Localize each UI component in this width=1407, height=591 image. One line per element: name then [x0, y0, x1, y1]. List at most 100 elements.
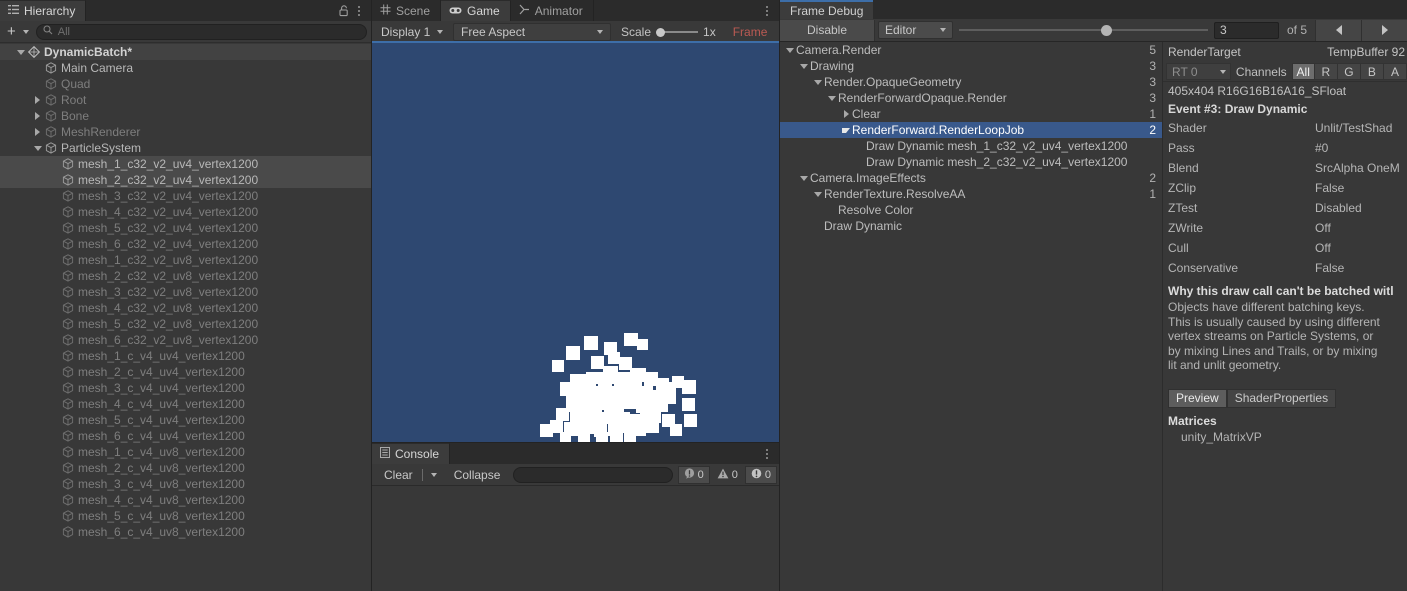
hierarchy-item[interactable]: Bone [0, 108, 371, 124]
game-render-canvas[interactable] [372, 43, 779, 442]
hierarchy-item[interactable]: mesh_2_c32_v2_uv8_vertex1200 [0, 268, 371, 284]
frame-event-row[interactable]: Draw Dynamic [780, 218, 1162, 234]
aspect-dropdown[interactable]: Free Aspect [453, 22, 611, 41]
hierarchy-item[interactable]: mesh_2_c_v4_uv4_vertex1200 [0, 364, 371, 380]
display-dropdown[interactable]: Display 1 [373, 23, 451, 41]
twisty-collapsed-icon[interactable] [31, 112, 44, 120]
twisty-expanded-icon[interactable] [798, 175, 810, 181]
hierarchy-item[interactable]: mesh_5_c32_v2_uv4_vertex1200 [0, 220, 371, 236]
twisty-expanded-icon[interactable] [812, 79, 824, 85]
hierarchy-item[interactable]: mesh_4_c_v4_uv8_vertex1200 [0, 492, 371, 508]
hierarchy-item[interactable]: mesh_6_c_v4_uv8_vertex1200 [0, 524, 371, 540]
twisty-collapsed-icon[interactable] [31, 128, 44, 136]
shader-properties-tab[interactable]: ShaderProperties [1226, 388, 1337, 408]
frame-event-row[interactable]: Camera.Render 5 [780, 42, 1162, 58]
tab-scene[interactable]: Scene [372, 0, 442, 21]
twisty-expanded-icon[interactable] [826, 95, 838, 101]
hierarchy-item[interactable]: mesh_6_c32_v2_uv4_vertex1200 [0, 236, 371, 252]
hierarchy-item[interactable]: mesh_5_c_v4_uv8_vertex1200 [0, 508, 371, 524]
frame-event-row[interactable]: Resolve Color [780, 202, 1162, 218]
frame-event-row[interactable]: RenderForward.RenderLoopJob 2 [780, 122, 1162, 138]
tab-console[interactable]: Console [372, 443, 451, 464]
frame-event-row[interactable]: RenderTexture.ResolveAA 1 [780, 186, 1162, 202]
hierarchy-item[interactable]: mesh_1_c32_v2_uv8_vertex1200 [0, 252, 371, 268]
scale-slider[interactable]: Scale 1x [621, 25, 716, 39]
twisty-expanded-icon[interactable] [798, 63, 810, 69]
channel-button-r[interactable]: R [1314, 63, 1338, 80]
editor-dropdown[interactable]: Editor [878, 21, 953, 39]
frame-event-row[interactable]: RenderForwardOpaque.Render 3 [780, 90, 1162, 106]
hierarchy-item[interactable]: Main Camera [0, 60, 371, 76]
frame-event-row[interactable]: Drawing 3 [780, 58, 1162, 74]
frame-event-row[interactable]: Clear 1 [780, 106, 1162, 122]
hierarchy-tree[interactable]: DynamicBatch* Main Camera Quad Root Bone Mesh… [0, 44, 371, 591]
twisty-expanded-icon[interactable] [840, 127, 852, 133]
hierarchy-root-item[interactable]: DynamicBatch* [0, 44, 371, 60]
hierarchy-item[interactable]: Root [0, 92, 371, 108]
warning-count-badge[interactable]: 0 [711, 466, 744, 484]
hierarchy-item[interactable]: MeshRenderer [0, 124, 371, 140]
game-menu-icon[interactable] [759, 0, 775, 21]
channel-button-b[interactable]: B [1360, 63, 1384, 80]
hierarchy-item[interactable]: Quad [0, 76, 371, 92]
hierarchy-item[interactable]: mesh_4_c_v4_uv4_vertex1200 [0, 396, 371, 412]
tab-frame-debug[interactable]: Frame Debug [780, 0, 874, 19]
console-menu-icon[interactable] [759, 443, 775, 464]
scale-track[interactable] [656, 27, 699, 37]
hierarchy-item[interactable]: mesh_3_c32_v2_uv8_vertex1200 [0, 284, 371, 300]
collapse-button[interactable]: Collapse [446, 466, 509, 484]
hierarchy-item[interactable]: mesh_1_c_v4_uv4_vertex1200 [0, 348, 371, 364]
twisty-expanded-icon[interactable] [812, 191, 824, 197]
lock-icon[interactable] [337, 0, 351, 21]
console-search-input[interactable] [513, 466, 673, 483]
channel-button-all[interactable]: All [1291, 63, 1315, 80]
frame-event-row[interactable]: Draw Dynamic mesh_2_c32_v2_uv4_vertex120… [780, 154, 1162, 170]
hierarchy-item[interactable]: mesh_6_c_v4_uv4_vertex1200 [0, 428, 371, 444]
frame-event-tree[interactable]: Camera.Render 5 Drawing 3 Render.OpaqueGeome… [780, 42, 1163, 591]
frame-event-row[interactable]: Draw Dynamic mesh_1_c32_v2_uv4_vertex120… [780, 138, 1162, 154]
hierarchy-item[interactable]: mesh_1_c_v4_uv8_vertex1200 [0, 444, 371, 460]
tab-animator[interactable]: Animator [510, 0, 594, 21]
frame-event-row[interactable]: Camera.ImageEffects 2 [780, 170, 1162, 186]
prev-event-button[interactable] [1315, 19, 1361, 41]
search-input[interactable]: All [35, 23, 367, 40]
hierarchy-item[interactable]: mesh_1_c32_v2_uv4_vertex1200 [0, 156, 371, 172]
tab-hierarchy[interactable]: Hierarchy [0, 0, 87, 21]
preview-tab[interactable]: Preview [1168, 388, 1227, 408]
hierarchy-item[interactable]: ParticleSystem [0, 140, 371, 156]
clear-button[interactable]: Clear [375, 466, 421, 484]
hierarchy-item[interactable]: mesh_4_c32_v2_uv8_vertex1200 [0, 300, 371, 316]
twisty-collapsed-icon[interactable] [31, 96, 44, 104]
rt-dropdown[interactable]: RT 0 [1166, 63, 1231, 80]
twisty-expanded-icon[interactable] [14, 49, 27, 55]
event-index-input[interactable]: 3 [1213, 21, 1279, 39]
hierarchy-item[interactable]: mesh_3_c_v4_uv8_vertex1200 [0, 476, 371, 492]
hierarchy-item[interactable]: mesh_5_c_v4_uv4_vertex1200 [0, 412, 371, 428]
tab-game[interactable]: Game [441, 0, 511, 21]
hierarchy-item[interactable]: mesh_3_c32_v2_uv4_vertex1200 [0, 188, 371, 204]
hierarchy-item[interactable]: mesh_2_c32_v2_uv4_vertex1200 [0, 172, 371, 188]
hierarchy-item[interactable]: mesh_3_c_v4_uv4_vertex1200 [0, 380, 371, 396]
next-event-button[interactable] [1361, 19, 1407, 41]
twisty-expanded-icon[interactable] [784, 47, 796, 53]
particle-quad [584, 336, 598, 350]
twisty-expanded-icon[interactable] [31, 145, 44, 151]
hierarchy-item[interactable]: mesh_4_c32_v2_uv4_vertex1200 [0, 204, 371, 220]
hierarchy-item[interactable]: mesh_5_c32_v2_uv8_vertex1200 [0, 316, 371, 332]
clear-dropdown[interactable] [424, 466, 444, 484]
console-log-list[interactable] [372, 486, 779, 591]
twisty-collapsed-icon[interactable] [840, 110, 852, 118]
create-button[interactable]: + [4, 24, 32, 39]
event-slider-knob[interactable] [1100, 24, 1112, 36]
scale-knob[interactable] [656, 27, 666, 37]
hierarchy-item[interactable]: mesh_2_c_v4_uv8_vertex1200 [0, 460, 371, 476]
error-count-badge[interactable]: 0 [744, 465, 777, 484]
disable-button[interactable]: Disable [780, 19, 875, 41]
channel-button-g[interactable]: G [1337, 63, 1361, 80]
channel-button-a[interactable]: A [1383, 63, 1407, 80]
hierarchy-menu-icon[interactable] [351, 0, 367, 21]
log-count-badge[interactable]: 0 [677, 465, 710, 484]
frame-event-row[interactable]: Render.OpaqueGeometry 3 [780, 74, 1162, 90]
event-slider[interactable] [959, 21, 1208, 39]
hierarchy-item[interactable]: mesh_6_c32_v2_uv8_vertex1200 [0, 332, 371, 348]
